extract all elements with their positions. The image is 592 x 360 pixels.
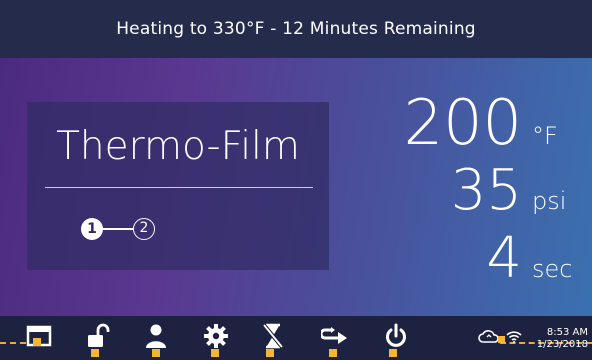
selection-marker — [33, 338, 41, 346]
gear-icon — [203, 323, 229, 349]
pressure-value: 35 — [450, 158, 522, 223]
pressure-unit: psi — [532, 187, 567, 215]
step-indicator: 1 2 — [81, 218, 191, 244]
temperature-value: 200 — [403, 86, 522, 159]
power-button[interactable] — [381, 320, 411, 352]
status-message: Heating to 330°F - 12 Minutes Remaining — [116, 19, 476, 39]
temperature-unit: °F — [532, 122, 558, 150]
clock: 8:53 AM 1/23/2018 — [537, 327, 588, 351]
hourglass-off-icon — [261, 323, 285, 349]
button-marker — [211, 349, 219, 357]
pressure-readout[interactable]: 35 psi — [451, 158, 578, 223]
home-button[interactable] — [24, 320, 54, 352]
button-marker — [152, 349, 160, 357]
power-icon — [384, 323, 408, 349]
clock-date: 1/23/2018 — [536, 339, 588, 350]
step-2[interactable]: 2 — [133, 218, 155, 240]
status-marker — [498, 336, 505, 343]
temperature-readout[interactable]: 200 °F — [404, 86, 578, 159]
user-icon — [145, 323, 167, 349]
time-value: 4 — [486, 226, 522, 291]
time-unit: sec — [532, 255, 573, 283]
step-1[interactable]: 1 — [81, 218, 103, 240]
time-readout[interactable]: 4 sec — [486, 226, 578, 291]
button-marker — [91, 349, 99, 357]
guide-line — [0, 342, 26, 344]
cloud-sync-icon — [478, 329, 500, 348]
wifi-icon — [506, 328, 522, 347]
cycle-arrow-icon — [321, 324, 349, 348]
system-status: 8:53 AM 1/23/2018 — [476, 322, 590, 358]
timer-disable-button[interactable] — [258, 320, 288, 352]
unlock-icon — [86, 322, 110, 350]
settings-button[interactable] — [201, 320, 231, 352]
cycle-button[interactable] — [320, 320, 350, 352]
status-bar: Heating to 330°F - 12 Minutes Remaining — [0, 0, 592, 58]
clock-time: 8:53 AM — [546, 327, 588, 338]
program-card[interactable]: Thermo-Film 1 2 — [27, 102, 329, 270]
button-marker — [389, 349, 397, 357]
program-name: Thermo-Film — [56, 124, 300, 169]
lock-button[interactable] — [83, 320, 113, 352]
divider — [45, 187, 313, 188]
press-screen: Heating to 330°F - 12 Minutes Remaining … — [0, 0, 592, 360]
step-connector — [103, 228, 133, 230]
button-marker — [266, 349, 274, 357]
user-button[interactable] — [141, 320, 171, 352]
button-marker — [329, 349, 337, 357]
